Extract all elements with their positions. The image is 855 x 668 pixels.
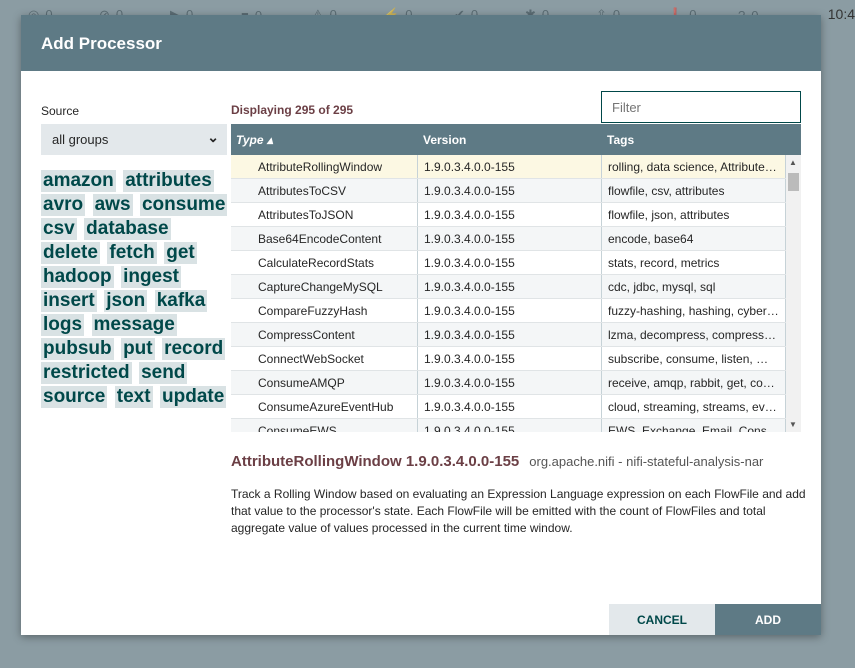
table-row[interactable]: Base64EncodeContent 1.9.0.3.4.0.0-155 enco… [231,227,786,251]
tag-get[interactable]: get [164,242,197,264]
cell-version: 1.9.0.3.4.0.0-155 [418,371,602,394]
cell-version: 1.9.0.3.4.0.0-155 [418,275,602,298]
table-row[interactable]: AttributeRollingWindow 1.9.0.3.4.0.0-155 r… [231,155,786,179]
tag-kafka[interactable]: kafka [154,290,208,312]
processor-description: Track a Rolling Window based on evaluati… [231,487,806,535]
tag-put[interactable]: put [121,338,155,360]
tag-restricted[interactable]: restricted [41,362,132,384]
table-header: Type ▴ Version Tags [231,124,801,155]
displaying-count: Displaying 295 of 295 [231,103,354,117]
cell-type: ConsumeAMQP [231,371,418,394]
tag-pubsub[interactable]: pubsub [41,338,114,360]
add-button[interactable]: ADD [715,604,821,635]
cell-type: ConsumeAzureEventHub [231,395,418,418]
source-label: Source [41,104,80,118]
processor-table: Type ▴ Version Tags AttributeRollingWind… [231,124,801,432]
cell-version: 1.9.0.3.4.0.0-155 [418,299,602,322]
scrollbar[interactable]: ▲ ▼ [786,155,801,432]
tag-avro[interactable]: avro [41,194,86,216]
tag-consume[interactable]: consume [139,194,228,216]
table-row[interactable]: CaptureChangeMySQL 1.9.0.3.4.0.0-155 cdc, … [231,275,786,299]
table-row[interactable]: ConsumeEWS 1.9.0.3.4.0.0-155 EWS, Exchange… [231,419,786,432]
cell-type: CalculateRecordStats [231,251,418,274]
cell-version: 1.9.0.3.4.0.0-155 [418,419,602,432]
cell-tags: rolling, data science, Attribute Express… [602,155,786,178]
scroll-up-icon[interactable]: ▲ [789,158,797,167]
tag-hadoop[interactable]: hadoop [41,266,114,288]
table-row[interactable]: CompressContent 1.9.0.3.4.0.0-155 lzma, de… [231,323,786,347]
cell-type: CompareFuzzyHash [231,299,418,322]
cell-tags: flowfile, csv, attributes [602,179,786,202]
chevron-down-icon: ⌄ [207,129,219,145]
tag-json[interactable]: json [104,290,148,312]
tag-cloud: amazon attributes avro aws consume csv d… [41,170,231,410]
table-row[interactable]: ConsumeAzureEventHub 1.9.0.3.4.0.0-155 clo… [231,395,786,419]
processor-name: AttributeRollingWindow 1.9.0.3.4.0.0-155 [231,453,520,470]
source-value: all groups [52,132,109,147]
cell-type: AttributesToCSV [231,179,418,202]
cell-type: CaptureChangeMySQL [231,275,418,298]
cancel-button[interactable]: CANCEL [609,604,715,635]
cell-tags: stats, record, metrics [602,251,786,274]
tag-message[interactable]: message [91,314,177,336]
table-row[interactable]: CalculateRecordStats 1.9.0.3.4.0.0-155 sta… [231,251,786,275]
tag-update[interactable]: update [160,386,227,408]
cell-type: ConsumeEWS [231,419,418,432]
filter-input[interactable] [601,91,801,123]
table-row[interactable]: ConsumeAMQP 1.9.0.3.4.0.0-155 receive, amq… [231,371,786,395]
cell-type: CompressContent [231,323,418,346]
tag-insert[interactable]: insert [41,290,97,312]
cell-tags: EWS, Exchange, Email, Consume [602,419,786,432]
cell-tags: receive, amqp, rabbit, get, consume [602,371,786,394]
clock: 10:4 [827,6,855,22]
table-row[interactable]: AttributesToJSON 1.9.0.3.4.0.0-155 flowfil… [231,203,786,227]
cell-version: 1.9.0.3.4.0.0-155 [418,323,602,346]
cell-version: 1.9.0.3.4.0.0-155 [418,179,602,202]
source-select[interactable]: all groups ⌄ [41,124,227,155]
dialog-title: Add Processor [21,15,821,71]
cell-version: 1.9.0.3.4.0.0-155 [418,203,602,226]
column-version[interactable]: Version [418,124,602,155]
add-processor-dialog: Add Processor Source all groups ⌄ amazon… [21,15,821,635]
column-type[interactable]: Type ▴ [231,124,418,155]
cell-tags: cdc, jdbc, mysql, sql [602,275,786,298]
processor-bundle: org.apache.nifi - nifi-stateful-analysis… [529,454,764,469]
cell-version: 1.9.0.3.4.0.0-155 [418,251,602,274]
tag-attributes[interactable]: attributes [123,170,214,192]
tag-database[interactable]: database [84,218,171,240]
cell-type: AttributeRollingWindow [231,155,418,178]
tag-send[interactable]: send [139,362,188,384]
cell-type: ConnectWebSocket [231,347,418,370]
cell-tags: subscribe, consume, listen, WebSocket [602,347,786,370]
tag-csv[interactable]: csv [41,218,77,240]
tag-amazon[interactable]: amazon [41,170,116,192]
scroll-down-icon[interactable]: ▼ [789,420,797,429]
cell-tags: flowfile, json, attributes [602,203,786,226]
scrollbar-thumb[interactable] [788,173,799,191]
cell-version: 1.9.0.3.4.0.0-155 [418,347,602,370]
cell-version: 1.9.0.3.4.0.0-155 [418,227,602,250]
table-row[interactable]: ConnectWebSocket 1.9.0.3.4.0.0-155 subscri… [231,347,786,371]
tag-record[interactable]: record [162,338,226,360]
cell-type: Base64EncodeContent [231,227,418,250]
cell-tags: cloud, streaming, streams, eventhub [602,395,786,418]
cell-tags: lzma, decompress, compress, gzip [602,323,786,346]
cell-tags: fuzzy-hashing, hashing, cyber-security [602,299,786,322]
tag-logs[interactable]: logs [41,314,85,336]
cell-version: 1.9.0.3.4.0.0-155 [418,155,602,178]
tag-delete[interactable]: delete [41,242,100,264]
tag-text[interactable]: text [114,386,153,408]
cell-version: 1.9.0.3.4.0.0-155 [418,395,602,418]
cell-type: AttributesToJSON [231,203,418,226]
processor-title: AttributeRollingWindow 1.9.0.3.4.0.0-155… [231,453,763,470]
tag-source[interactable]: source [41,386,108,408]
table-row[interactable]: CompareFuzzyHash 1.9.0.3.4.0.0-155 fuzzy-h… [231,299,786,323]
table-body: AttributeRollingWindow 1.9.0.3.4.0.0-155 r… [231,155,786,432]
tag-ingest[interactable]: ingest [121,266,182,288]
cell-tags: encode, base64 [602,227,786,250]
tag-aws[interactable]: aws [92,194,133,216]
table-row[interactable]: AttributesToCSV 1.9.0.3.4.0.0-155 flowfile… [231,179,786,203]
tag-fetch[interactable]: fetch [107,242,157,264]
column-tags[interactable]: Tags [602,124,786,155]
